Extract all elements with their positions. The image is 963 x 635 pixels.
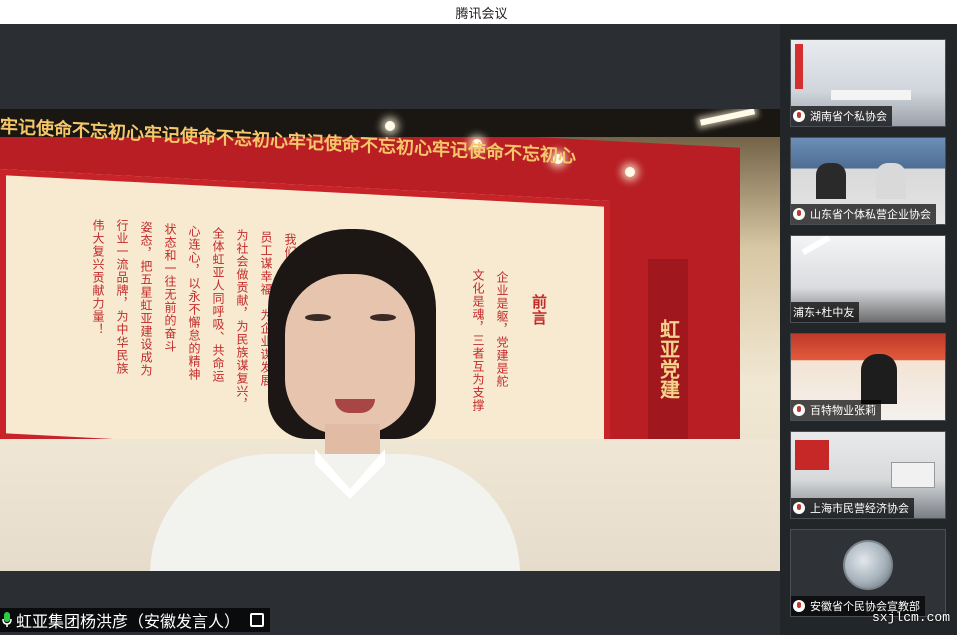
participant-name: 百特物业张莉 (810, 405, 876, 417)
muted-mic-icon (793, 110, 805, 122)
scrollbar[interactable] (957, 24, 963, 635)
participant-name: 上海市民营经济协会 (810, 503, 909, 515)
party-emblem: 虹亚党建 (648, 259, 688, 459)
avatar (843, 540, 893, 590)
participant-tile[interactable]: 湖南省个私协会 (790, 39, 946, 127)
shirt (150, 454, 520, 571)
participant-tile[interactable]: 浦东+杜中友 (790, 235, 946, 323)
table (831, 90, 911, 100)
ceiling-light (801, 236, 831, 256)
person (876, 163, 906, 199)
person (816, 163, 846, 199)
window-title-bar: 腾讯会议 (0, 0, 963, 24)
participant-tile[interactable]: 山东省个体私营企业协会 (790, 137, 946, 225)
participant-tile[interactable]: 上海市民营经济协会 (790, 431, 946, 519)
participant-name: 浦东+杜中友 (793, 307, 855, 319)
microphone-icon (2, 612, 12, 628)
participant-name-label: 浦东+杜中友 (791, 302, 860, 322)
flag (795, 44, 803, 89)
participant-name: 山东省个体私营企业协会 (810, 209, 931, 221)
participant-name-label: 百特物业张莉 (791, 400, 881, 420)
eye (305, 314, 331, 321)
muted-mic-icon (793, 600, 805, 612)
active-speaker-video[interactable]: 牢记使命不忘初心牢记使命不忘初心牢记使命不忘初心牢记使命不忘初心 伟大复兴贡献力… (0, 109, 780, 571)
participant-name-label: 山东省个体私营企业协会 (791, 204, 936, 224)
participant-name-label: 湖南省个私协会 (791, 106, 892, 126)
main-video-area[interactable]: 牢记使命不忘初心牢记使命不忘初心牢记使命不忘初心牢记使命不忘初心 伟大复兴贡献力… (0, 24, 780, 635)
muted-mic-icon (793, 502, 805, 514)
screen (891, 462, 935, 488)
speaker-name-label: 虹亚集团杨洪彦（安徽发言人） (0, 608, 271, 632)
watermark: sxjlcm.com (872, 610, 951, 625)
window-title: 腾讯会议 (455, 5, 508, 21)
person (861, 354, 897, 404)
participant-list[interactable]: 湖南省个私协会 山东省个体私营企业协会 浦东+杜中友 百特物业张莉 上海市民营经… (780, 24, 963, 635)
participant-name: 湖南省个私协会 (810, 111, 887, 123)
speaker-person (150, 229, 520, 571)
eye (370, 314, 396, 321)
wall-text-column: 行业一流品牌，为中华民族 (115, 219, 129, 375)
participant-name-label: 上海市民营经济协会 (791, 498, 914, 518)
participant-tile[interactable]: 百特物业张莉 (790, 333, 946, 421)
ceiling-light (385, 121, 395, 131)
muted-mic-icon (793, 208, 805, 220)
speaker-name: 虹亚集团杨洪彦（安徽发言人） (16, 614, 241, 631)
screen-share-icon[interactable] (250, 613, 265, 627)
muted-mic-icon (793, 404, 805, 416)
party-flag (795, 440, 829, 470)
participant-tile[interactable]: 安徽省个民协会宣教部 (790, 529, 946, 617)
wall-heading: 前言 (530, 294, 547, 326)
wall-text-column: 伟大复兴贡献力量！ (91, 219, 105, 336)
